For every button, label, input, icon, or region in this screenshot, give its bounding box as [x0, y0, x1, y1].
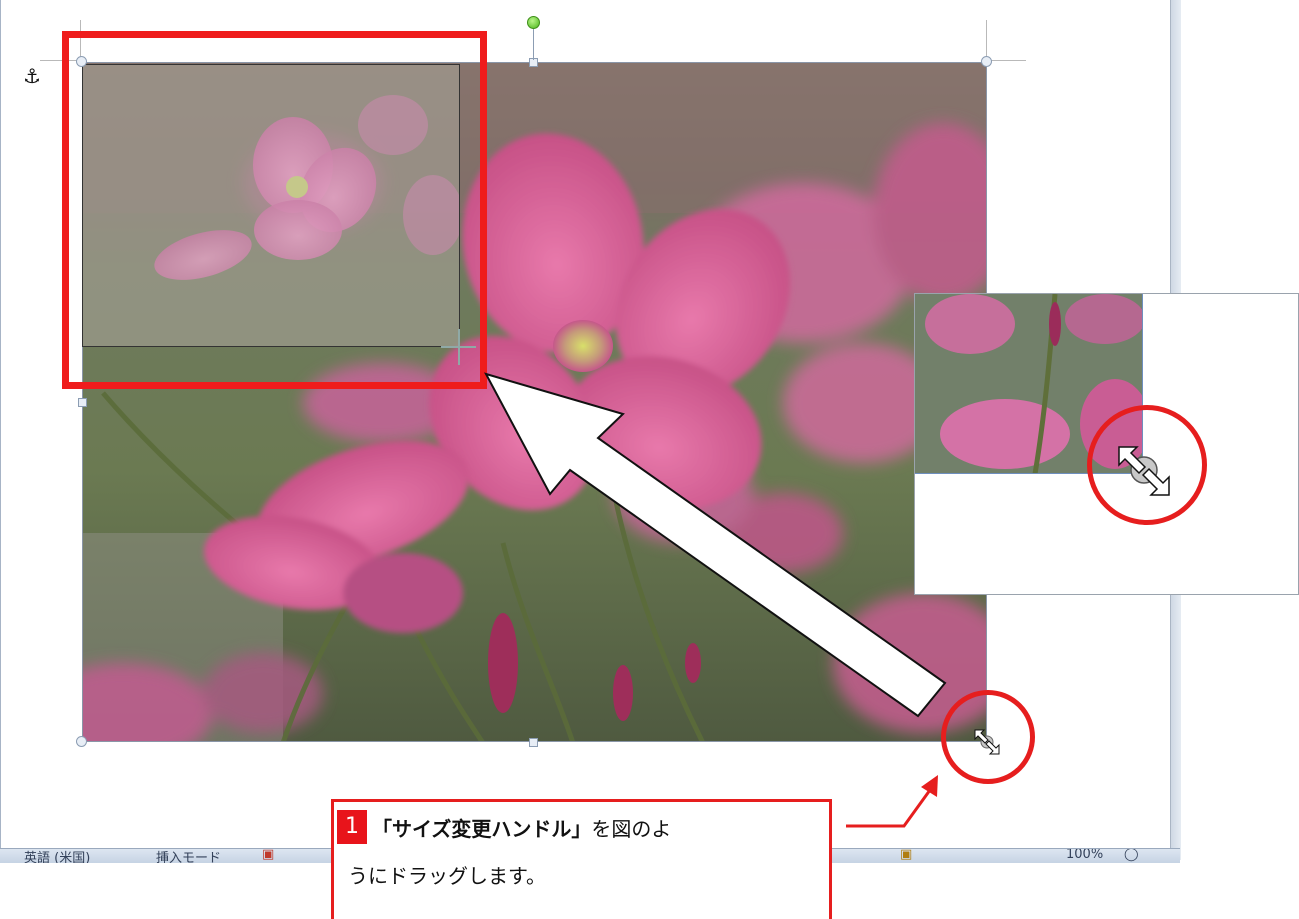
- status-zoom-level[interactable]: 100%: [1066, 849, 1103, 862]
- callout-text-line2: うにドラッグします。: [348, 864, 546, 888]
- resize-handle-bottom[interactable]: [529, 738, 538, 747]
- highlight-circle-handle: [941, 690, 1035, 784]
- callout-text-line1: 「サイズ変更ハンドル」を図のよ: [372, 813, 671, 842]
- step-number-badge: 1: [337, 810, 367, 844]
- highlight-box: [62, 31, 487, 389]
- status-insert-mode[interactable]: 挿入モード: [156, 849, 221, 863]
- status-language[interactable]: 英語 (米国): [24, 849, 90, 863]
- callout-text-bold: 「サイズ変更ハンドル」: [372, 817, 592, 841]
- macro-record-icon[interactable]: ▣: [262, 849, 274, 862]
- anchor-icon: ⚓: [23, 64, 41, 88]
- rotate-handle-icon[interactable]: [527, 16, 540, 29]
- callout-text-rest: を図のよ: [591, 817, 672, 841]
- resize-handle-left[interactable]: [78, 398, 87, 407]
- resize-handle-bottom-left[interactable]: [76, 736, 87, 747]
- zoom-slider-thumb-icon[interactable]: ◯: [1124, 849, 1139, 862]
- resize-handle-top-right[interactable]: [981, 56, 992, 67]
- highlight-circle-zoom: [1087, 405, 1207, 525]
- crop-mark: [986, 60, 1026, 61]
- instruction-callout: 1 「サイズ変更ハンドル」を図のよ うにドラッグします。: [331, 799, 832, 919]
- rotate-handle-stem: [533, 28, 534, 60]
- view-print-layout-icon[interactable]: ▣: [900, 849, 912, 862]
